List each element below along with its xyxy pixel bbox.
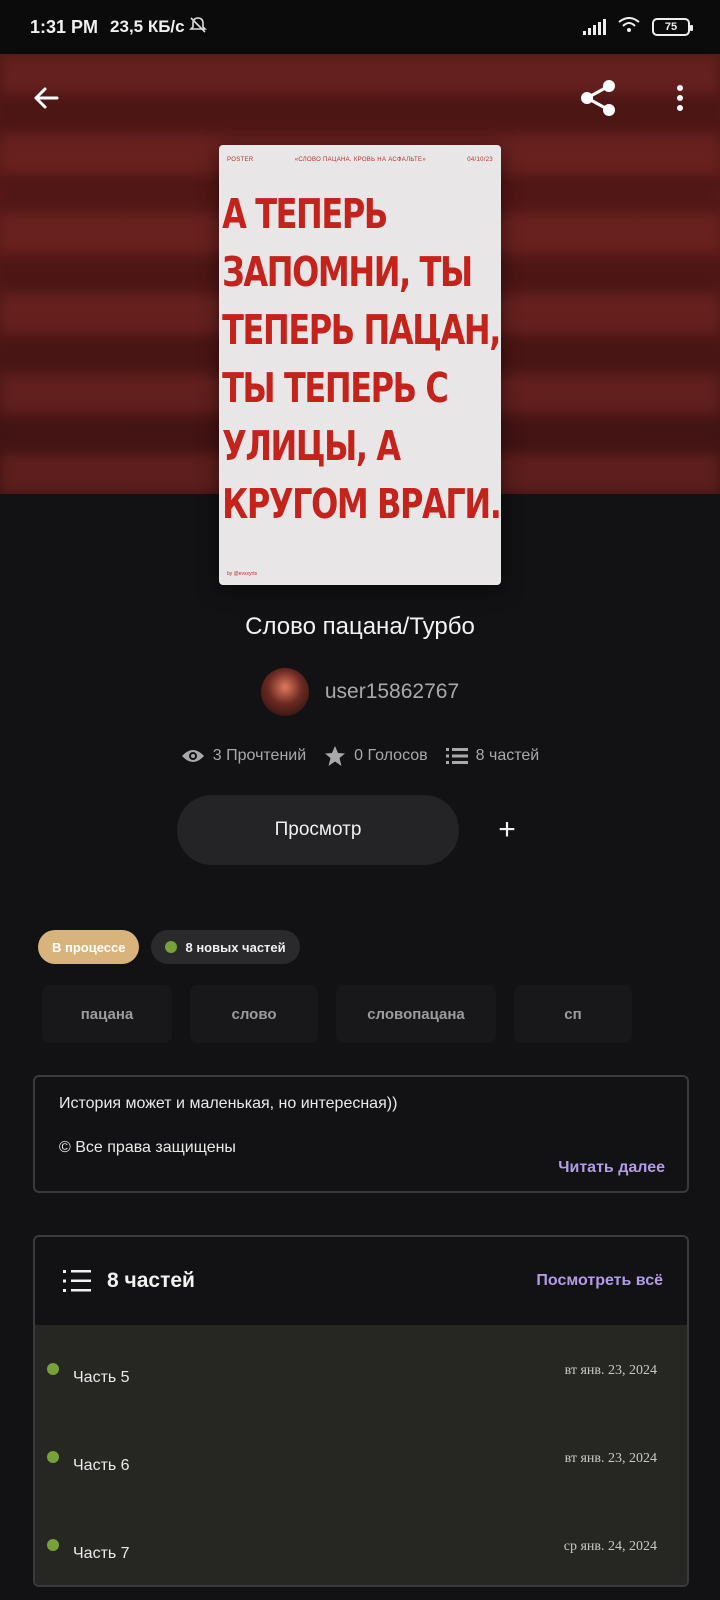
status-bar: 1:31 PM 23,5 КБ/с 75 bbox=[0, 0, 720, 54]
tag-chip[interactable]: пацана bbox=[42, 985, 172, 1043]
network-speed: 23,5 КБ/с bbox=[110, 17, 185, 36]
copyright-text: © Все права защищены bbox=[59, 1139, 236, 1156]
votes-count: 0 Голосов bbox=[354, 747, 428, 764]
part-name: Часть 7 bbox=[73, 1545, 130, 1562]
cover-line: КРУГОМ ВРАГИ. bbox=[222, 480, 501, 528]
add-to-library-button[interactable]: + bbox=[475, 795, 539, 865]
new-parts-label: 8 новых частей bbox=[185, 939, 286, 955]
new-parts-badge: 8 новых частей bbox=[151, 930, 300, 964]
avatar[interactable] bbox=[260, 668, 309, 716]
back-button[interactable] bbox=[24, 76, 68, 120]
cover-line: ЗАПОМНИ, ТЫ bbox=[222, 248, 473, 296]
more-options-button[interactable] bbox=[658, 76, 702, 120]
see-all-link[interactable]: Посмотреть всё bbox=[536, 1272, 663, 1290]
cover-line: А ТЕПЕРЬ bbox=[222, 190, 388, 238]
parts-stat: 8 частей bbox=[445, 747, 540, 765]
plus-icon: + bbox=[498, 813, 516, 846]
mute-icon bbox=[188, 16, 207, 39]
battery-icon: 75 bbox=[652, 18, 693, 36]
parts-header: 8 частей Посмотреть всё bbox=[35, 1237, 687, 1325]
share-button[interactable] bbox=[576, 76, 620, 120]
reads-stat: 3 Прочтений bbox=[181, 747, 306, 765]
more-vertical-icon bbox=[677, 85, 683, 111]
part-name: Часть 6 bbox=[73, 1457, 130, 1474]
status-badge: В процессе bbox=[38, 930, 140, 964]
status-time: 1:31 PM bbox=[30, 16, 99, 37]
cover-line: ТЕПЕРЬ ПАЦАН, bbox=[222, 306, 501, 354]
part-row[interactable]: Часть 5 вт янв. 23, 2024 bbox=[35, 1325, 687, 1413]
parts-section: 8 частей Посмотреть всё Часть 5 вт янв. … bbox=[33, 1235, 689, 1587]
new-dot-icon bbox=[47, 1451, 59, 1463]
star-icon bbox=[325, 746, 346, 766]
story-cover: POSTER «СЛОВО ПАЦАНА. КРОВЬ НА АСФАЛЬТЕ»… bbox=[219, 145, 501, 585]
author-name[interactable]: user15862767 bbox=[325, 680, 459, 704]
cover-line: УЛИЦЫ, А bbox=[222, 422, 401, 470]
status-badges: В процессе 8 новых частей bbox=[38, 930, 300, 964]
tag-list: пацана слово словопацана сп bbox=[42, 985, 632, 1043]
votes-stat: 0 Голосов bbox=[324, 745, 428, 767]
view-button[interactable]: Просмотр bbox=[177, 795, 459, 865]
reads-count: 3 Прочтений bbox=[212, 747, 307, 764]
table-of-contents-icon bbox=[63, 1270, 91, 1292]
part-row[interactable]: Часть 6 вт янв. 23, 2024 bbox=[35, 1413, 687, 1501]
cover-line: ТЫ ТЕПЕРЬ С bbox=[222, 364, 449, 412]
description-text: История может и маленькая, но интересная… bbox=[59, 1095, 398, 1112]
new-dot-icon bbox=[165, 941, 178, 953]
new-dot-icon bbox=[47, 1363, 59, 1375]
part-row[interactable]: Часть 7 ср янв. 24, 2024 bbox=[35, 1501, 687, 1585]
read-more-link[interactable]: Читать далее bbox=[558, 1159, 665, 1177]
wifi-icon bbox=[618, 16, 640, 38]
cover-footer: by @evsxyrts bbox=[227, 571, 258, 577]
tag-chip[interactable]: слово bbox=[190, 985, 318, 1043]
signal-icon bbox=[583, 19, 606, 35]
story-stats: 3 Прочтений 0 Голосов 8 частей bbox=[0, 745, 720, 767]
parts-title: 8 частей bbox=[107, 1269, 195, 1292]
tag-chip[interactable]: словопацана bbox=[336, 985, 496, 1043]
list-icon bbox=[445, 748, 468, 764]
parts-count: 8 частей bbox=[475, 747, 540, 764]
share-icon bbox=[581, 80, 615, 116]
part-date: ср янв. 24, 2024 bbox=[563, 1539, 657, 1554]
eye-icon bbox=[181, 750, 204, 762]
description-box[interactable]: История может и маленькая, но интересная… bbox=[33, 1075, 689, 1193]
cover-top-right: 04/10/23 bbox=[467, 157, 493, 163]
battery-level: 75 bbox=[664, 21, 678, 33]
part-date: вт янв. 23, 2024 bbox=[564, 1451, 657, 1466]
parts-list: Часть 5 вт янв. 23, 2024 Часть 6 вт янв.… bbox=[35, 1325, 687, 1585]
story-title: Слово пацана/Турбо bbox=[245, 613, 475, 640]
author-link[interactable]: user15862767 bbox=[0, 668, 720, 716]
arrow-left-icon bbox=[34, 87, 59, 109]
new-dot-icon bbox=[47, 1539, 59, 1551]
part-date: вт янв. 23, 2024 bbox=[564, 1363, 657, 1378]
tag-chip[interactable]: сп bbox=[514, 985, 632, 1043]
part-name: Часть 5 bbox=[73, 1369, 130, 1386]
cover-quote: А ТЕПЕРЬ ЗАПОМНИ, ТЫ ТЕПЕРЬ ПАЦАН, ТЫ ТЕ… bbox=[219, 163, 501, 533]
